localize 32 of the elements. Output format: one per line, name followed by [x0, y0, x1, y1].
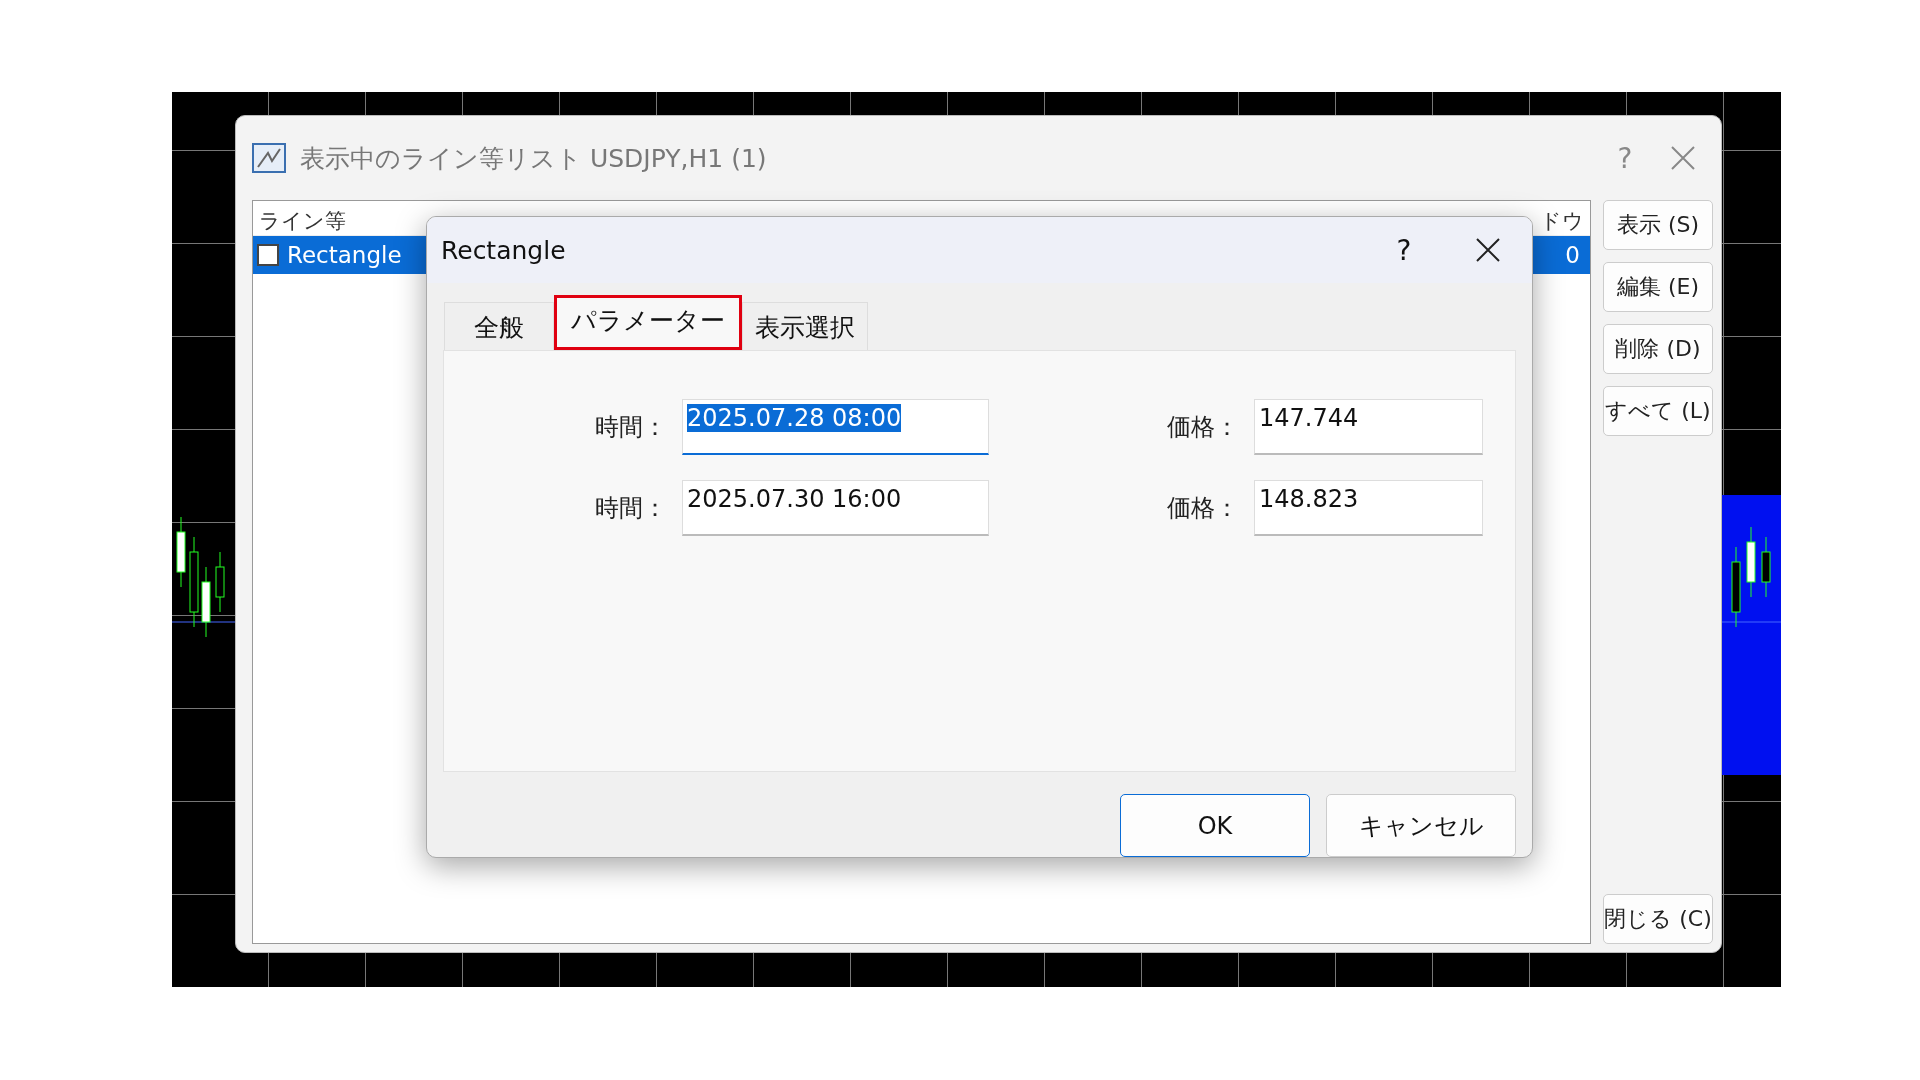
field-label: 時間： — [595, 493, 667, 525]
side-button[interactable]: 編集 (E) — [1603, 262, 1713, 312]
side-button[interactable]: すべて (L) — [1603, 386, 1713, 436]
dialog-button[interactable]: キャンセル — [1326, 794, 1516, 857]
side-button[interactable]: 削除 (D) — [1603, 324, 1713, 374]
tab[interactable]: パラメーター — [554, 295, 742, 351]
column-header[interactable]: ライン等 — [259, 207, 346, 235]
help-button[interactable]: ? — [1374, 233, 1434, 267]
column-header[interactable]: ドウ — [1540, 207, 1584, 235]
window-title: 表示中のライン等リスト USDJPY,H1 (1) — [300, 142, 768, 175]
window-number: 0 — [1565, 242, 1580, 268]
checkbox[interactable] — [257, 244, 279, 266]
dialog-button[interactable]: OK — [1120, 794, 1310, 857]
field-label: 価格： — [1167, 493, 1239, 525]
candlestick — [1746, 526, 1756, 598]
candlestick — [1761, 536, 1771, 598]
input-field[interactable]: 148.823 — [1254, 480, 1483, 537]
input-field[interactable]: 147.744 — [1254, 399, 1483, 456]
candlestick — [201, 566, 211, 638]
tab[interactable]: 全般 — [444, 302, 554, 351]
candlestick — [215, 551, 225, 613]
field-label: 価格： — [1167, 412, 1239, 444]
object-name: Rectangle — [287, 242, 402, 268]
candlestick — [176, 516, 186, 588]
chart-window-icon — [252, 143, 286, 173]
tab[interactable]: 表示選択 — [742, 302, 868, 351]
field-label: 時間： — [595, 412, 667, 444]
dialog-title: Rectangle — [441, 235, 567, 265]
input-field[interactable]: 2025.07.28 08:00 — [682, 399, 989, 456]
side-button[interactable]: 表示 (S) — [1603, 200, 1713, 250]
close-button[interactable]: 閉じる (C) — [1603, 894, 1713, 944]
input-field[interactable]: 2025.07.30 16:00 — [682, 480, 989, 537]
